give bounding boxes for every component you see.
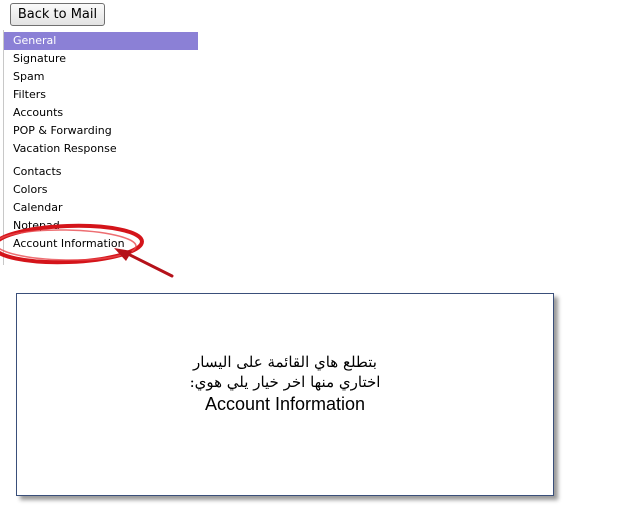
menu-item-contacts[interactable]: Contacts xyxy=(4,163,198,181)
menu-item-notepad[interactable]: Notepad xyxy=(4,217,198,235)
instruction-line-1: بتطلع هاي القائمة على اليسار xyxy=(193,353,377,371)
instruction-text: بتطلع هاي القائمة على اليسار اختاري منها… xyxy=(17,352,553,415)
instruction-line-2: اختاري منها اخر خيار يلي هوي: xyxy=(189,373,381,391)
menu-item-account-information[interactable]: Account Information xyxy=(4,235,198,253)
settings-menu: General Signature Spam Filters Accounts … xyxy=(4,32,198,253)
instruction-line-3: Account Information xyxy=(204,394,366,414)
back-to-mail-button[interactable]: Back to Mail xyxy=(10,3,105,26)
menu-item-general[interactable]: General xyxy=(4,32,198,50)
menu-item-vacation-response[interactable]: Vacation Response xyxy=(4,140,198,158)
menu-item-accounts[interactable]: Accounts xyxy=(4,104,198,122)
menu-item-calendar[interactable]: Calendar xyxy=(4,199,198,217)
instruction-box: بتطلع هاي القائمة على اليسار اختاري منها… xyxy=(16,293,554,496)
menu-item-pop-forwarding[interactable]: POP & Forwarding xyxy=(4,122,198,140)
menu-item-spam[interactable]: Spam xyxy=(4,68,198,86)
menu-item-signature[interactable]: Signature xyxy=(4,50,198,68)
menu-item-filters[interactable]: Filters xyxy=(4,86,198,104)
menu-item-colors[interactable]: Colors xyxy=(4,181,198,199)
